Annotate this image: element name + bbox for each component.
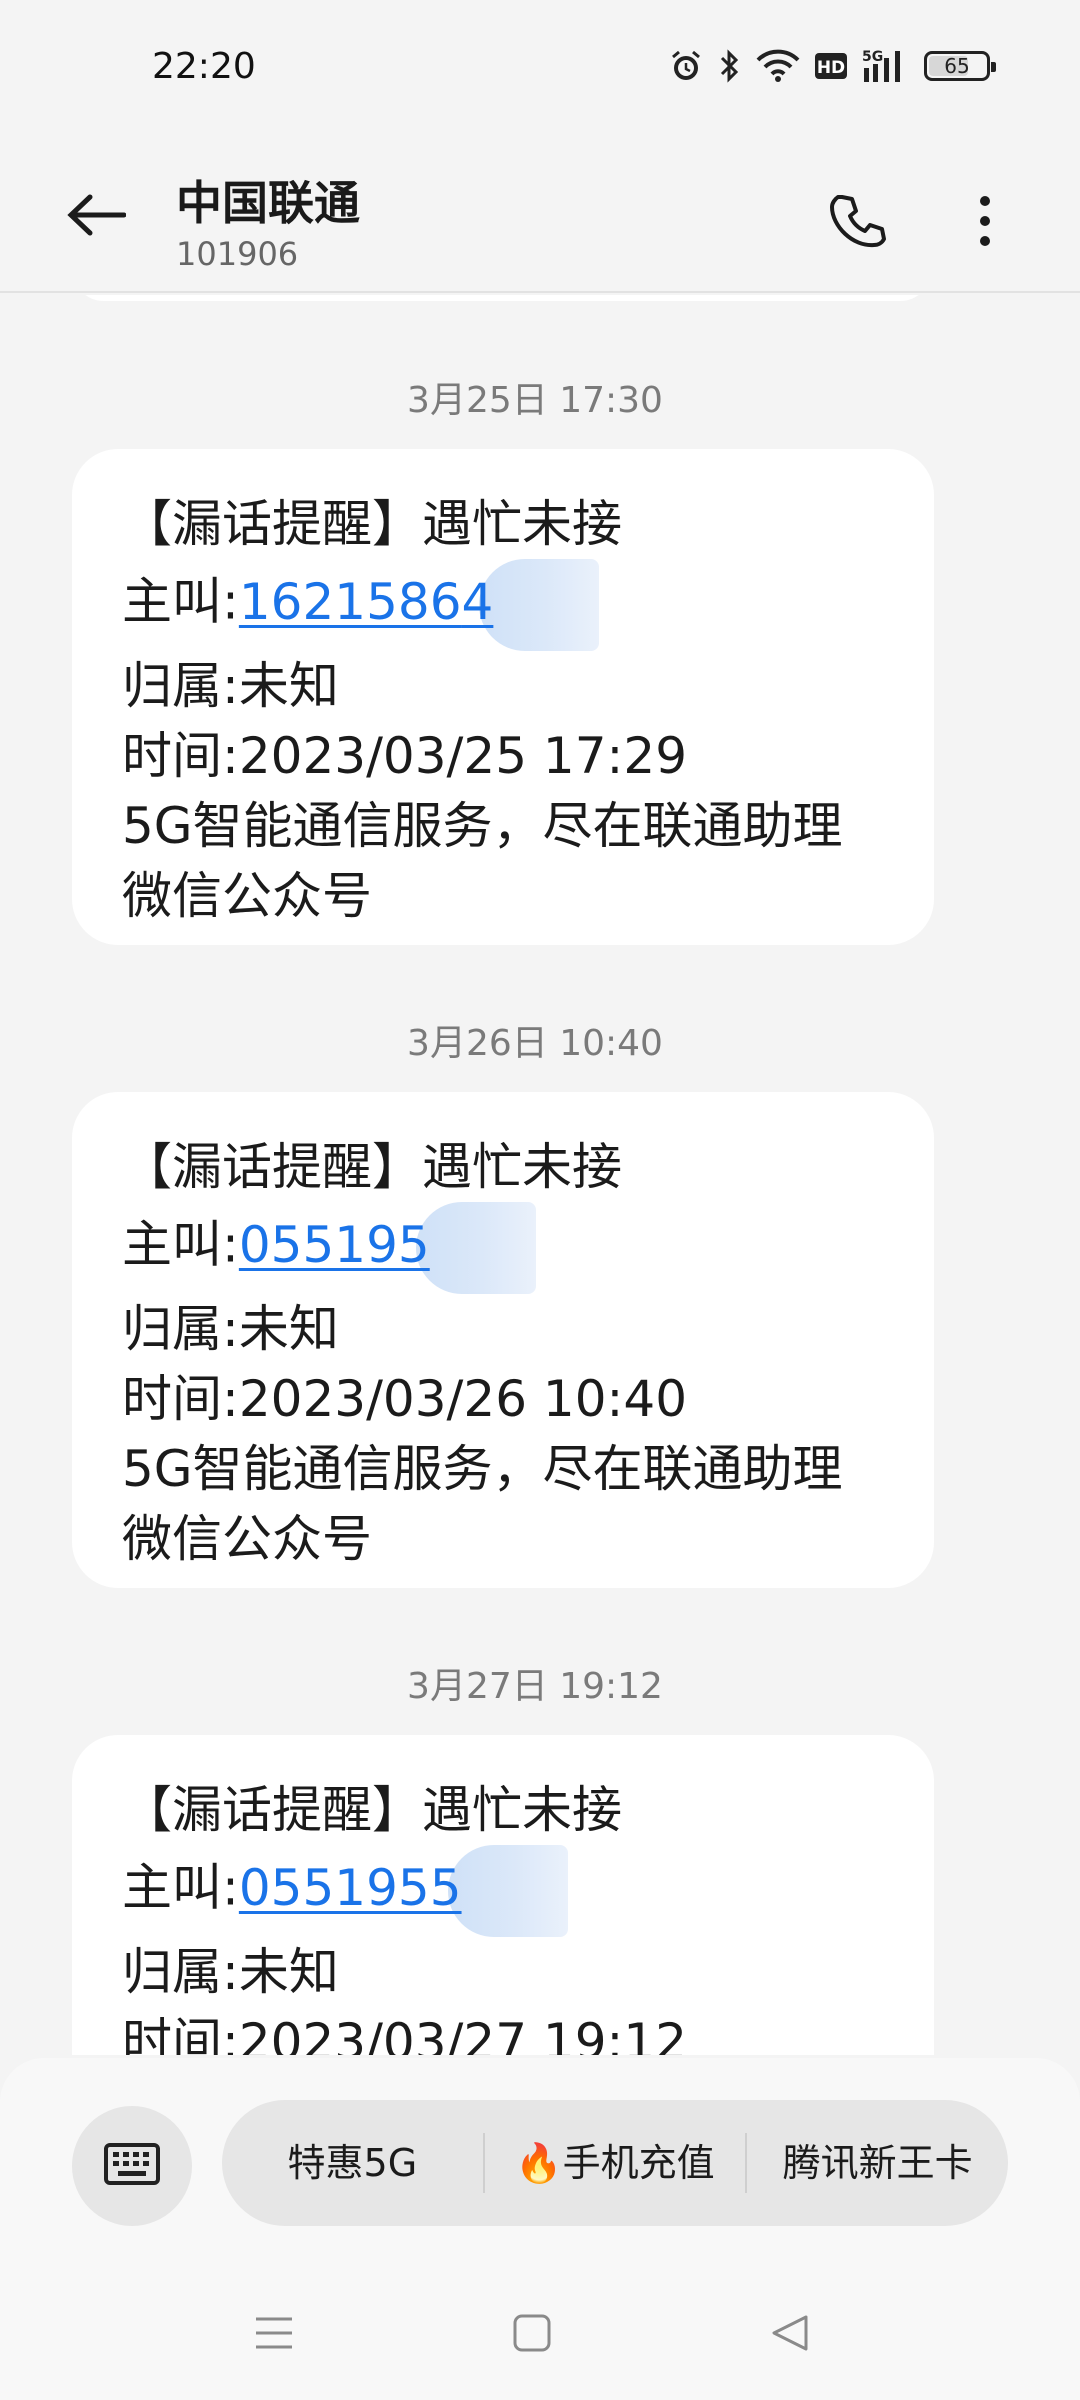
caller-number-link[interactable]: 0551955 (239, 1859, 462, 1917)
more-vertical-icon (977, 195, 993, 251)
privacy-blur (479, 559, 600, 651)
quick-reply-phone-recharge[interactable]: 🔥手机充值 (485, 2100, 746, 2226)
caller-number-link[interactable]: 055195 (239, 1216, 430, 1274)
message-title: 【漏话提醒】遇忙未接 (122, 1781, 622, 1839)
triangle-back-icon (770, 2313, 810, 2357)
time-line: 时间:2023/03/25 17:29 (122, 727, 688, 785)
region-line: 归属:未知 (122, 1300, 339, 1358)
svg-text:5G: 5G (862, 49, 883, 65)
message-timestamp: 3月26日 10:40 (407, 1023, 663, 1064)
quick-reply-tencent-card[interactable]: 腾讯新王卡 (747, 2100, 1008, 2226)
wifi-icon (756, 48, 800, 84)
caller-line: 主叫:16215864 (122, 559, 884, 651)
quick-reply-5g-offer[interactable]: 特惠5G (222, 2100, 483, 2226)
menu-icon (254, 2315, 294, 2355)
keyboard-toggle-button[interactable] (72, 2106, 192, 2226)
message-title: 【漏话提醒】遇忙未接 (122, 1138, 622, 1196)
message-timestamp: 3月27日 19:12 (407, 1666, 663, 1707)
phone-icon (830, 193, 886, 253)
nav-back-button[interactable] (760, 2305, 820, 2365)
nav-home-button[interactable] (502, 2305, 562, 2365)
svg-text:HD: HD (817, 58, 845, 78)
contact-name: 中国联通 (176, 176, 360, 230)
message-timestamp: 3月25日 17:30 (407, 380, 663, 421)
region-line: 归属:未知 (122, 657, 339, 715)
caller-label: 主叫: (122, 572, 239, 631)
time-line: 时间:2023/03/26 10:40 (122, 1370, 688, 1428)
message-title: 【漏话提醒】遇忙未接 (122, 495, 622, 553)
5g-signal-icon: 5G (862, 48, 910, 84)
previous-message-bubble-edge (72, 295, 932, 301)
keyboard-icon (104, 2143, 160, 2189)
region-line: 归属:未知 (122, 1943, 339, 2001)
caller-line: 主叫:055195 (122, 1202, 884, 1294)
privacy-blur (415, 1202, 536, 1294)
service-text: 5G智能通信服务，尽在联通助理微信公众号 (122, 1440, 843, 1568)
caller-number: 055195 (238, 1215, 430, 1274)
privacy-blur (447, 1845, 568, 1937)
message-list[interactable]: 3月25日 17:30 【漏话提醒】遇忙未接 主叫:16215864 归属:未知… (0, 295, 1080, 2055)
battery-level: 65 (944, 54, 970, 78)
conversation-header: 中国联通 101906 (0, 135, 1080, 293)
caller-label: 主叫: (122, 1858, 239, 1917)
back-button[interactable] (58, 179, 134, 255)
bluetooth-icon (718, 48, 742, 84)
battery-icon: 65 (924, 51, 996, 81)
status-icons: HD 5G 65 (668, 46, 996, 86)
message-bubble[interactable]: 【漏话提醒】遇忙未接 主叫:055195 归属:未知 时间:2023/03/26… (72, 1092, 934, 1588)
nav-recents-button[interactable] (244, 2305, 304, 2365)
alarm-icon (668, 48, 704, 84)
caller-number: 0551955 (238, 1858, 462, 1917)
quick-reply-bar: 特惠5G 🔥手机充值 腾讯新王卡 (222, 2100, 1008, 2226)
arrow-left-icon (66, 193, 127, 241)
more-options-button[interactable] (950, 185, 1020, 261)
call-button[interactable] (820, 185, 896, 261)
message-bubble[interactable]: 【漏话提醒】遇忙未接 主叫:16215864 归属:未知 时间:2023/03/… (72, 449, 934, 945)
message-bubble[interactable]: 【漏话提醒】遇忙未接 主叫:0551955 归属:未知 时间:2023/03/2… (72, 1735, 934, 2055)
caller-number-partial: 4 (461, 572, 494, 631)
caller-line: 主叫:0551955 (122, 1845, 884, 1937)
square-icon (512, 2313, 552, 2357)
caller-label: 主叫: (122, 1215, 239, 1274)
caller-number: 1621586 (238, 572, 462, 631)
status-bar: 22:20 HD 5G 65 (0, 0, 1080, 135)
status-time: 22:20 (152, 46, 256, 87)
caller-number-link[interactable]: 16215864 (239, 573, 494, 631)
contact-number: 101906 (176, 235, 299, 273)
time-line: 时间:2023/03/27 19:12 (122, 2013, 688, 2055)
hd-icon: HD (814, 51, 848, 81)
service-text: 5G智能通信服务，尽在联通助理微信公众号 (122, 797, 843, 925)
